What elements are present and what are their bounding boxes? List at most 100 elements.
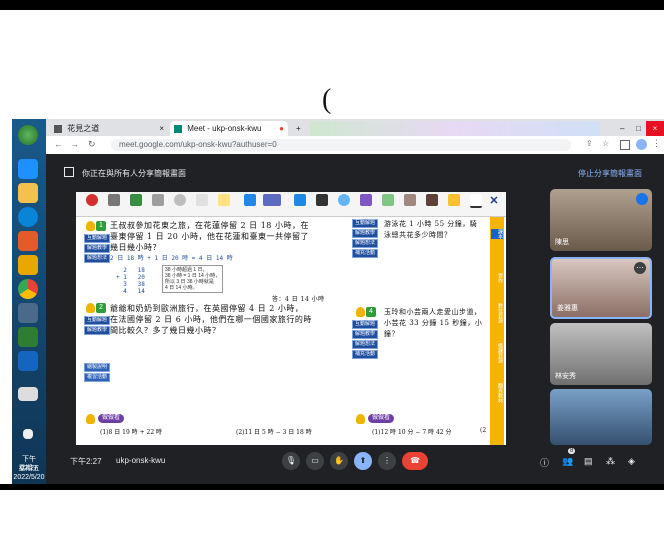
people-count: 8: [568, 448, 576, 454]
idea-button[interactable]: 解題想法: [84, 254, 111, 263]
participant-name: 陳思: [555, 239, 569, 246]
back-icon[interactable]: ←: [54, 139, 63, 149]
tab-first[interactable]: 花見之道 ×: [50, 121, 168, 136]
people-icon[interactable]: 👥: [562, 456, 573, 467]
app2-icon[interactable]: [18, 303, 38, 323]
app3-icon[interactable]: [18, 327, 38, 347]
folder-icon[interactable]: [18, 183, 38, 203]
tool-star[interactable]: [378, 194, 398, 206]
tab-meet[interactable]: Meet - ukp-onsk-kwu ●: [170, 121, 288, 136]
participant-name: 林安秀: [555, 373, 576, 380]
tool-box[interactable]: [104, 194, 124, 206]
ie-icon[interactable]: [18, 159, 38, 179]
more-options-icon[interactable]: ⋯: [634, 262, 646, 274]
minimize-icon[interactable]: –: [616, 121, 630, 136]
tool-pen[interactable]: [82, 194, 102, 206]
menu-icon[interactable]: ⋮: [652, 138, 661, 149]
chat-icon[interactable]: ▤: [584, 456, 593, 467]
tool-bag2[interactable]: [400, 194, 420, 206]
interactive-button[interactable]: 互動解題: [84, 234, 111, 243]
activities-icon[interactable]: ⁂: [606, 456, 615, 467]
raise-hand-icon[interactable]: ✋: [330, 452, 348, 470]
q2-line3: 間比較久？多了幾日幾小時？: [110, 326, 221, 335]
strip-workbook[interactable]: 習作: [491, 273, 503, 283]
calc-button[interactable]: 繪製說明: [84, 363, 111, 372]
participant-tile[interactable]: 林安秀: [550, 323, 652, 385]
chrome-icon[interactable]: [18, 279, 38, 299]
more-icon[interactable]: ⋮: [378, 452, 396, 470]
q1-line3: 幾日幾小時？: [110, 243, 161, 252]
interactive-button[interactable]: 互動解題: [84, 316, 111, 325]
edge-icon[interactable]: [18, 207, 38, 227]
present-icon[interactable]: ⬆: [354, 452, 372, 470]
mic-icon[interactable]: 🎙: [282, 452, 300, 470]
interactive-button[interactable]: 互動解題: [352, 320, 379, 329]
tool-brush[interactable]: [422, 194, 442, 206]
strip-flip[interactable]: 翻頁教材: [491, 383, 503, 403]
q1-line1: 王叔叔參加花東之旅，在花蓮停留 2 日 18 小時，在: [110, 221, 309, 230]
info-icon[interactable]: ⓘ: [540, 456, 549, 469]
tool-ruler[interactable]: [192, 194, 212, 206]
tool-hat[interactable]: [312, 194, 332, 206]
idea-button[interactable]: 解題想法: [352, 239, 379, 248]
ime-icon[interactable]: [18, 387, 38, 401]
game-button[interactable]: 補充活動: [352, 350, 379, 359]
eraser-icon: [152, 194, 164, 206]
strip-textbook[interactable]: 課本: [491, 229, 503, 239]
strip-digital[interactable]: 數位資源: [491, 303, 503, 323]
extension-icon[interactable]: [620, 140, 630, 150]
tool-page-box[interactable]: [262, 194, 282, 206]
graduation-cap-icon: [316, 194, 328, 206]
tool-eraser[interactable]: [148, 194, 168, 206]
host-controls-icon[interactable]: ◈: [628, 456, 635, 467]
camera-icon[interactable]: ▭: [306, 452, 324, 470]
lightbulb-icon: [86, 414, 95, 424]
tool-prev-page[interactable]: [240, 194, 260, 206]
forward-icon[interactable]: →: [70, 139, 79, 149]
participant-tile-selected[interactable]: ⋯ 姜雅惠: [550, 257, 652, 319]
tool-minimize[interactable]: [466, 194, 486, 208]
word-icon[interactable]: [18, 351, 38, 371]
media-icon[interactable]: [18, 231, 38, 251]
close-tool-icon[interactable]: ✕: [484, 194, 504, 207]
favicon-icon: [54, 124, 62, 133]
new-tab-icon[interactable]: +: [292, 121, 306, 136]
ppt-ribbon-overlay: [310, 121, 600, 136]
idea-button[interactable]: 解題想法: [352, 340, 379, 349]
solve-button[interactable]: 解題教學: [84, 326, 111, 335]
interactive-button[interactable]: 互動解題: [352, 219, 379, 228]
end-call-icon[interactable]: ☎: [402, 452, 428, 470]
start-icon[interactable]: [18, 125, 38, 145]
tool-trophy[interactable]: [444, 194, 464, 206]
tool-stack[interactable]: [356, 194, 376, 206]
participant-tile[interactable]: 陳思: [550, 189, 652, 251]
tool-next-page[interactable]: [290, 194, 310, 206]
app-icon[interactable]: [18, 255, 38, 275]
slide-content: 1 互動解題 解題教學 解題想法 王叔叔參加花東之旅，在花蓮停留 2 日 18 …: [76, 217, 506, 445]
tool-search[interactable]: [170, 194, 190, 206]
url-input[interactable]: meet.google.com/ukp-onsk-kwu?authuser=0: [111, 139, 571, 151]
game-button[interactable]: 補充活動: [352, 249, 379, 258]
ruler-icon: [196, 194, 208, 206]
close-icon[interactable]: ×: [159, 121, 164, 136]
tool-bag[interactable]: [126, 194, 146, 206]
reload-icon[interactable]: ↻: [88, 139, 96, 150]
solve-button[interactable]: 解題教學: [84, 244, 111, 253]
solve-button[interactable]: 解題教學: [352, 229, 379, 238]
maximize-icon[interactable]: □: [632, 121, 646, 136]
stack-icon: [360, 194, 372, 206]
question-number: 4: [366, 307, 376, 317]
bookmark-star-icon[interactable]: ☆: [602, 139, 609, 148]
stop-presenting-button[interactable]: 停止分享簡報畫面: [578, 168, 642, 179]
tool-select[interactable]: [214, 194, 234, 206]
strip-prep[interactable]: 備課資源: [491, 343, 503, 363]
window-close-icon[interactable]: ×: [646, 121, 664, 136]
solve-button[interactable]: 解題教學: [352, 330, 379, 339]
participant-tile[interactable]: [550, 389, 652, 445]
review-button[interactable]: 複習活動: [84, 373, 111, 382]
tool-globe[interactable]: [334, 194, 354, 206]
practice-badge: 做做看: [98, 414, 125, 423]
share-icon[interactable]: ⇪: [586, 139, 593, 148]
profile-avatar[interactable]: [636, 139, 647, 150]
volume-icon[interactable]: [23, 429, 33, 439]
